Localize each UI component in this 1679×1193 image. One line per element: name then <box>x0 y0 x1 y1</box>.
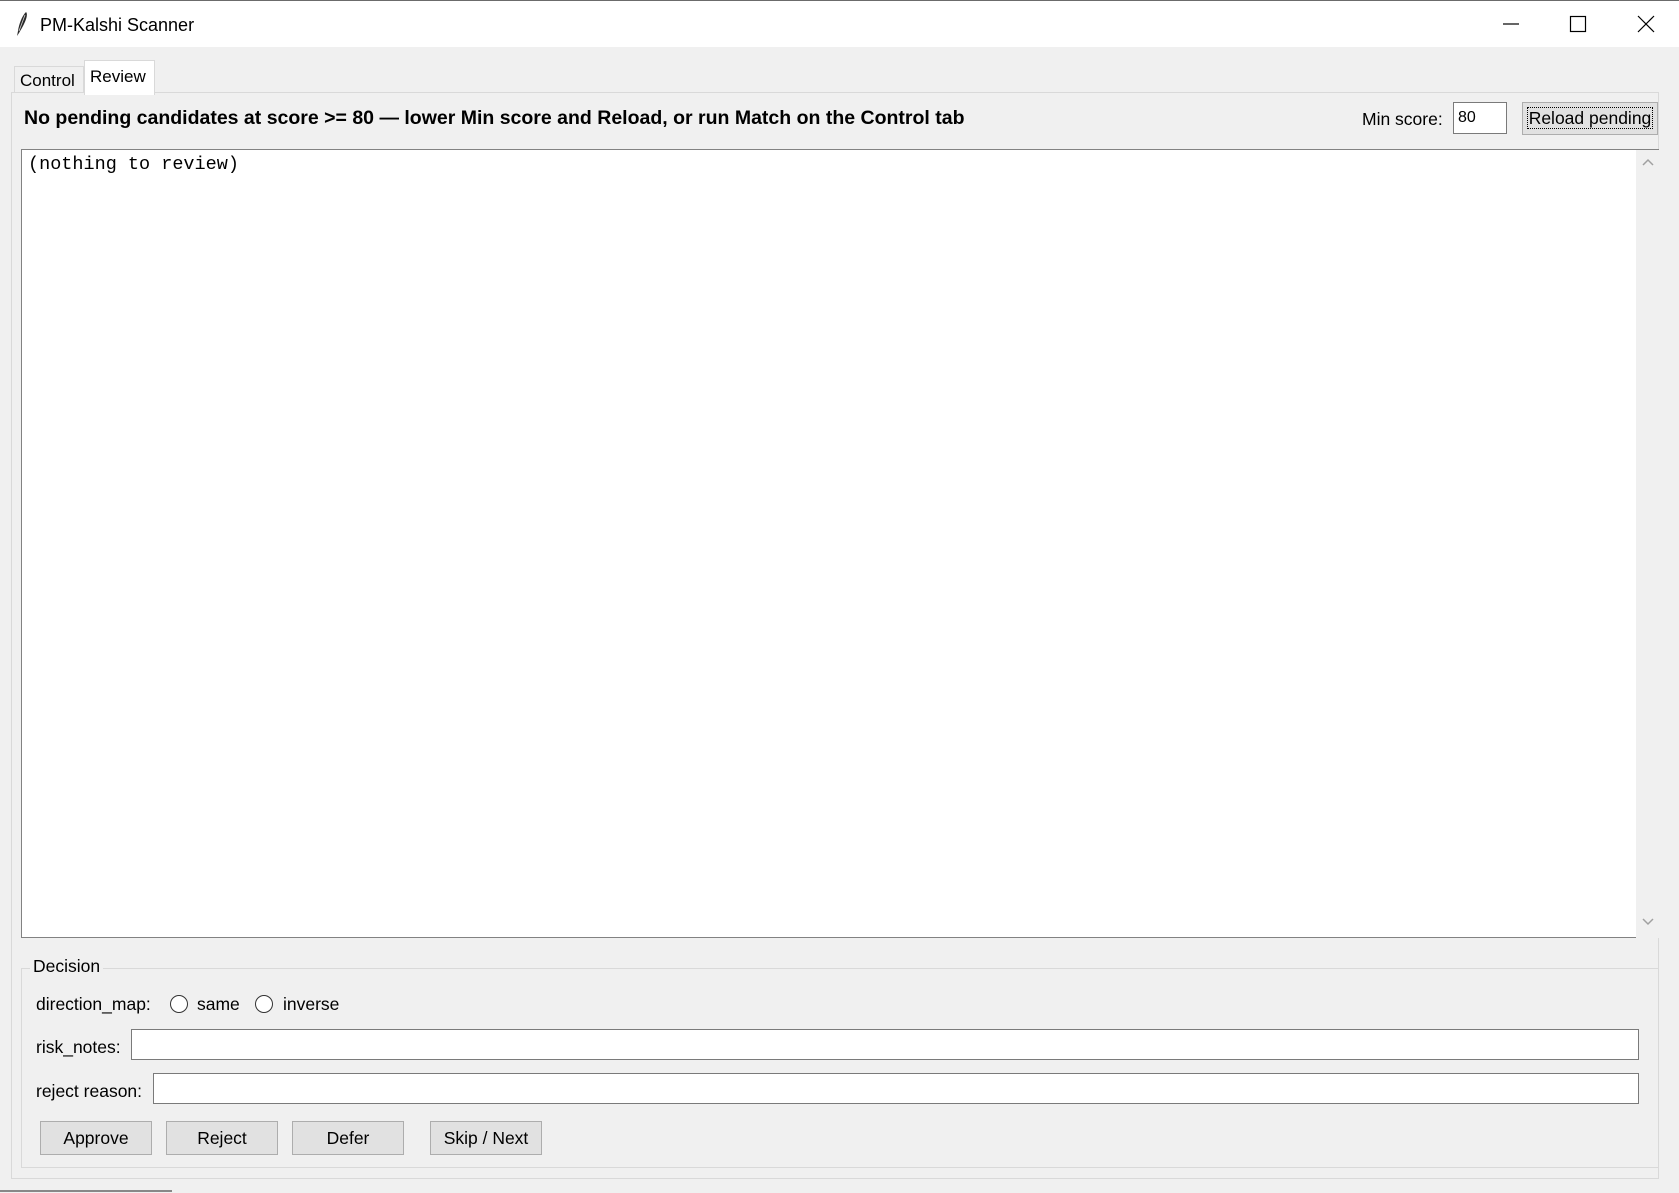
tab-control-label: Control <box>20 71 75 90</box>
min-score-label: Min score: <box>1362 109 1443 129</box>
maximize-icon <box>1569 15 1587 33</box>
minimize-button[interactable] <box>1478 1 1544 47</box>
review-text-content: (nothing to review) <box>28 154 239 175</box>
scroll-up-arrow-icon[interactable] <box>1642 158 1654 166</box>
reload-pending-button[interactable]: Reload pending <box>1522 102 1658 135</box>
reject-reason-label: reject reason: <box>36 1081 143 1101</box>
close-icon <box>1637 15 1655 33</box>
reload-pending-label: Reload pending <box>1526 107 1654 129</box>
radio-inverse-label[interactable]: inverse <box>283 994 339 1015</box>
reject-reason-input[interactable] <box>153 1073 1639 1104</box>
direction-map-label: direction_map: <box>36 994 151 1014</box>
tab-control[interactable]: Control <box>14 66 84 94</box>
reject-button[interactable]: Reject <box>166 1121 278 1155</box>
review-text-area[interactable]: (nothing to review) <box>21 149 1659 938</box>
feather-icon <box>17 12 27 36</box>
defer-button[interactable]: Defer <box>292 1121 404 1155</box>
tab-review-label: Review <box>90 67 146 86</box>
radio-same-label[interactable]: same <box>197 994 240 1015</box>
tab-review[interactable]: Review <box>84 60 155 95</box>
min-score-input[interactable] <box>1453 102 1507 134</box>
window-title: PM-Kalshi Scanner <box>40 15 195 35</box>
risk-notes-input[interactable] <box>131 1029 1639 1060</box>
approve-button[interactable]: Approve <box>40 1121 152 1155</box>
radio-inverse[interactable] <box>255 995 273 1013</box>
minimize-icon <box>1503 23 1519 25</box>
decision-legend: Decision <box>30 956 104 977</box>
title-bar: PM-Kalshi Scanner <box>0 0 1679 47</box>
skip-next-button[interactable]: Skip / Next <box>430 1121 542 1155</box>
maximize-button[interactable] <box>1545 1 1611 47</box>
bottom-divider <box>0 1190 172 1192</box>
status-message: No pending candidates at score >= 80 — l… <box>24 107 965 129</box>
vertical-scrollbar[interactable] <box>1636 150 1659 938</box>
scroll-down-arrow-icon[interactable] <box>1642 918 1654 926</box>
radio-same[interactable] <box>170 995 188 1013</box>
close-button[interactable] <box>1613 1 1679 47</box>
risk-notes-label: risk_notes: <box>36 1037 121 1057</box>
